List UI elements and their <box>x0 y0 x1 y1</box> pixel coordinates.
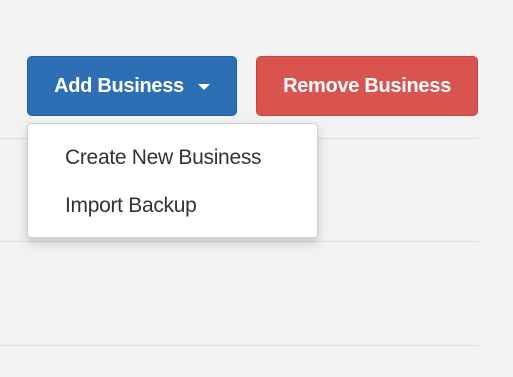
remove-business-button[interactable]: Remove Business <box>256 56 478 116</box>
add-business-dropdown-menu: Create New Business Import Backup <box>27 123 318 238</box>
row-divider <box>0 241 478 242</box>
menu-item-create-new-business[interactable]: Create New Business <box>65 146 262 170</box>
add-business-button[interactable]: Add Business <box>27 56 237 116</box>
page-background: Add Business Remove Business Create New … <box>0 0 513 377</box>
caret-down-icon <box>197 84 210 90</box>
row-divider <box>0 345 478 346</box>
remove-business-label: Remove Business <box>283 74 451 97</box>
menu-item-import-backup[interactable]: Import Backup <box>65 194 197 218</box>
add-business-label: Add Business <box>54 74 184 97</box>
